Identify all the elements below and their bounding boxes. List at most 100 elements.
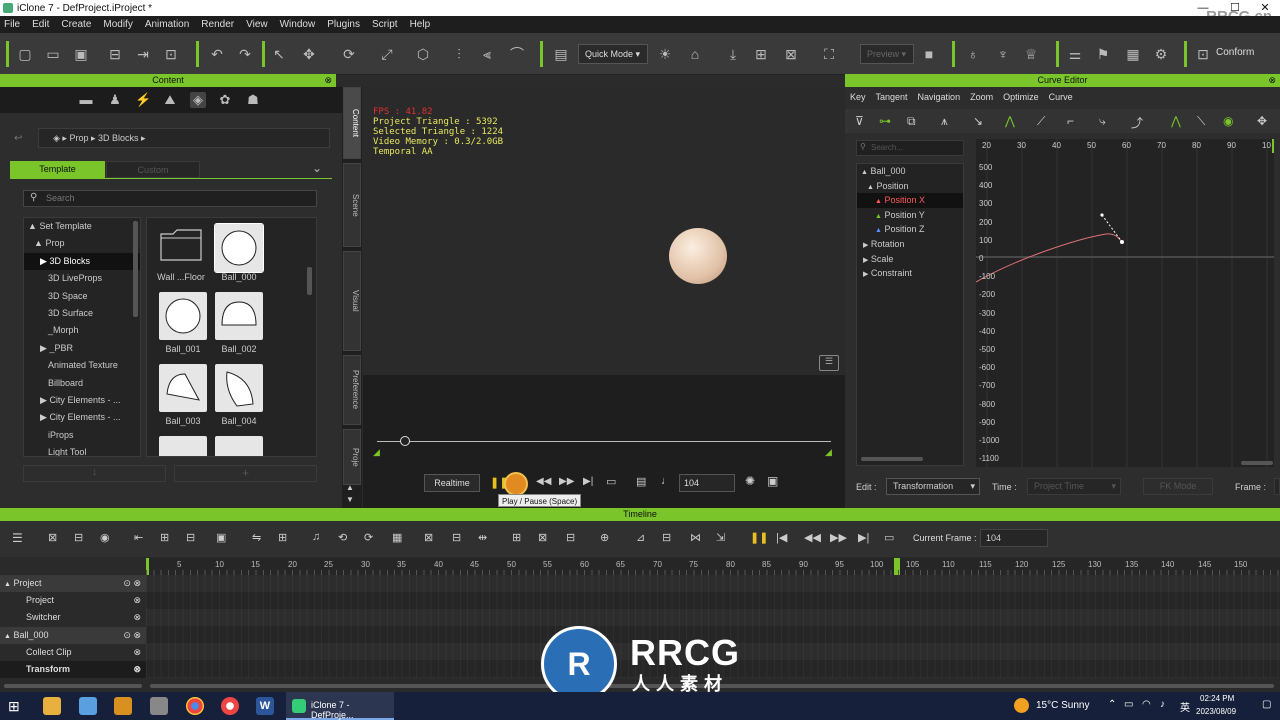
curve-graph-svg[interactable]: [976, 139, 1274, 467]
chat-bubble-icon[interactable]: ☰: [819, 355, 839, 371]
down-arrow-button[interactable]: ↓: [23, 465, 166, 482]
track-list-scrollbar[interactable]: [4, 684, 142, 688]
undo-icon[interactable]: ↶: [208, 45, 226, 63]
curve-menu-curve[interactable]: Curve: [1049, 92, 1073, 102]
conform-icon[interactable]: ⊡: [1194, 45, 1212, 63]
hierarchy-icon[interactable]: ⊶: [879, 114, 891, 128]
media-app-icon[interactable]: [114, 697, 132, 715]
actor-icon[interactable]: ♟: [107, 92, 123, 108]
scroll-up-icon[interactable]: ▲: [346, 483, 354, 492]
tangent-peak-icon[interactable]: ⋀: [1005, 114, 1015, 128]
curve-tree-position-z[interactable]: ▲ Position Z: [857, 222, 963, 237]
visibility-icon[interactable]: ◉: [100, 531, 110, 544]
curve-tree-scale[interactable]: ▶ Scale: [857, 252, 963, 267]
curve-search-input[interactable]: Search...: [856, 140, 964, 156]
distribute-icon[interactable]: ⫷: [478, 45, 496, 63]
3d-viewport[interactable]: FPS : 41.82 Project Triangle : 5392 Sele…: [363, 87, 845, 508]
conform-button[interactable]: Conform: [1216, 47, 1254, 58]
tree-item-billboard[interactable]: Billboard: [24, 375, 140, 392]
menu-view[interactable]: View: [246, 19, 268, 30]
curve-tree-position-y[interactable]: ▲ Position Y: [857, 208, 963, 223]
breadcrumb-item-prop[interactable]: Prop: [69, 133, 88, 143]
curve-tree-position[interactable]: ▲ Position: [857, 179, 963, 194]
transition-icon[interactable]: ⊠: [424, 531, 433, 544]
import-icon[interactable]: ⊟: [106, 45, 124, 63]
move-icon[interactable]: ✥: [300, 45, 318, 63]
edit-mode-select[interactable]: Transformation ▾: [886, 478, 980, 495]
menu-create[interactable]: Create: [61, 19, 91, 30]
track-project[interactable]: Project ⊗: [0, 592, 146, 609]
track-switcher[interactable]: Switcher ⊗: [0, 609, 146, 626]
menu-window[interactable]: Window: [280, 19, 316, 30]
menu-plugins[interactable]: Plugins: [327, 19, 360, 30]
chevron-down-circle-icon[interactable]: ⌄: [312, 161, 322, 175]
stage-icon[interactable]: ⛰: [162, 92, 178, 108]
search-input[interactable]: Search: [23, 190, 317, 207]
taskbar-app-icon[interactable]: [79, 697, 97, 715]
close-panel-icon[interactable]: ⊗: [324, 74, 332, 87]
track-close-icon[interactable]: ⊗: [133, 661, 141, 678]
timeline-start-icon[interactable]: |◀: [776, 531, 787, 544]
chrome-icon[interactable]: [186, 697, 204, 715]
realtime-button[interactable]: Realtime: [424, 474, 480, 492]
camera-view-icon[interactable]: ⊠: [782, 45, 800, 63]
tab-custom[interactable]: Custom: [106, 161, 200, 178]
tangent-handle-point[interactable]: [1100, 213, 1104, 217]
timeline-loop-icon[interactable]: ▭: [884, 531, 894, 544]
tree-item-set-template[interactable]: ▲ Set Template: [24, 218, 140, 235]
ball-object[interactable]: [669, 228, 727, 284]
puppet-icon[interactable]: ♕: [1022, 45, 1040, 63]
thumb-scrollbar[interactable]: [307, 267, 312, 295]
curve-menu-optimize[interactable]: Optimize: [1003, 92, 1039, 102]
current-frame-input[interactable]: 104: [980, 529, 1048, 547]
viewport-scene[interactable]: FPS : 41.82 Project Triangle : 5392 Sele…: [363, 87, 845, 375]
fk-mode-button[interactable]: FK Mode: [1143, 478, 1213, 495]
break-tangent-icon[interactable]: ⋀: [1171, 114, 1181, 128]
forward-icon[interactable]: ▶▶: [559, 476, 574, 487]
snap-icon[interactable]: ⬡: [414, 45, 432, 63]
track-close-icon[interactable]: ⊗: [133, 644, 141, 661]
key-add-icon[interactable]: ⊠: [48, 531, 57, 544]
curve-menu-tangent[interactable]: Tangent: [876, 92, 908, 102]
tangent-smooth-icon[interactable]: ↘: [973, 114, 983, 128]
windows-start-icon[interactable]: ⊞: [8, 698, 20, 715]
track-ball-000-group[interactable]: ▲ Ball_000 ⊙ ⊗: [0, 627, 146, 644]
flip-icon[interactable]: ⇋: [252, 531, 261, 544]
track-close-icon[interactable]: ⊗: [133, 609, 141, 626]
browser-icon[interactable]: [221, 697, 239, 715]
frame-input[interactable]: [1274, 478, 1280, 495]
word-icon[interactable]: W: [256, 697, 274, 715]
curve-menu-key[interactable]: Key: [850, 92, 866, 102]
track-transform[interactable]: Transform ⊗: [0, 661, 146, 678]
link-icon[interactable]: ⌒: [508, 45, 526, 63]
track-project-group[interactable]: ▲ Project ⊙ ⊗: [0, 575, 146, 592]
thumb-block-2[interactable]: [215, 436, 263, 456]
graph-scrollbar[interactable]: [1241, 461, 1273, 465]
character-tool-icon[interactable]: ♁: [964, 45, 982, 63]
camera-icon[interactable]: ■: [920, 45, 938, 63]
preview-select[interactable]: Preview ▾: [860, 44, 914, 64]
rotate-icon[interactable]: ⟳: [340, 45, 358, 63]
align-icon[interactable]: ⫶: [450, 45, 468, 63]
fit-view-icon[interactable]: ⊞: [752, 45, 770, 63]
volume-icon[interactable]: ♪: [1160, 699, 1165, 710]
select-pointer-icon[interactable]: ↖: [270, 45, 288, 63]
fit-all-icon[interactable]: ⊟: [662, 531, 671, 544]
rewind-icon[interactable]: ◀◀: [536, 476, 551, 487]
file-explorer-icon[interactable]: [43, 697, 61, 715]
range-start-marker[interactable]: ◢: [373, 447, 380, 458]
layers-icon[interactable]: ⧉: [907, 114, 916, 129]
ime-icon[interactable]: 英: [1180, 699, 1190, 714]
fit-start-icon[interactable]: ⊿: [636, 531, 645, 544]
tree-item-pbr[interactable]: ▶ _PBR: [24, 340, 140, 357]
menu-script[interactable]: Script: [372, 19, 398, 30]
tree-item-animated-texture[interactable]: Animated Texture: [24, 357, 140, 374]
filter-icon[interactable]: ⊽: [855, 114, 864, 128]
bake-icon[interactable]: ▦: [392, 531, 402, 544]
prop-icon[interactable]: ◈: [190, 92, 206, 108]
tree-item-prop[interactable]: ▲ Prop: [24, 235, 140, 252]
drop-to-floor-icon[interactable]: ⤓: [724, 45, 742, 63]
tree-item-city-elements-2[interactable]: ▶ City Elements - ...: [24, 409, 140, 426]
timeline-slider-handle[interactable]: [400, 436, 410, 446]
thumb-ball-002[interactable]: [215, 292, 263, 340]
